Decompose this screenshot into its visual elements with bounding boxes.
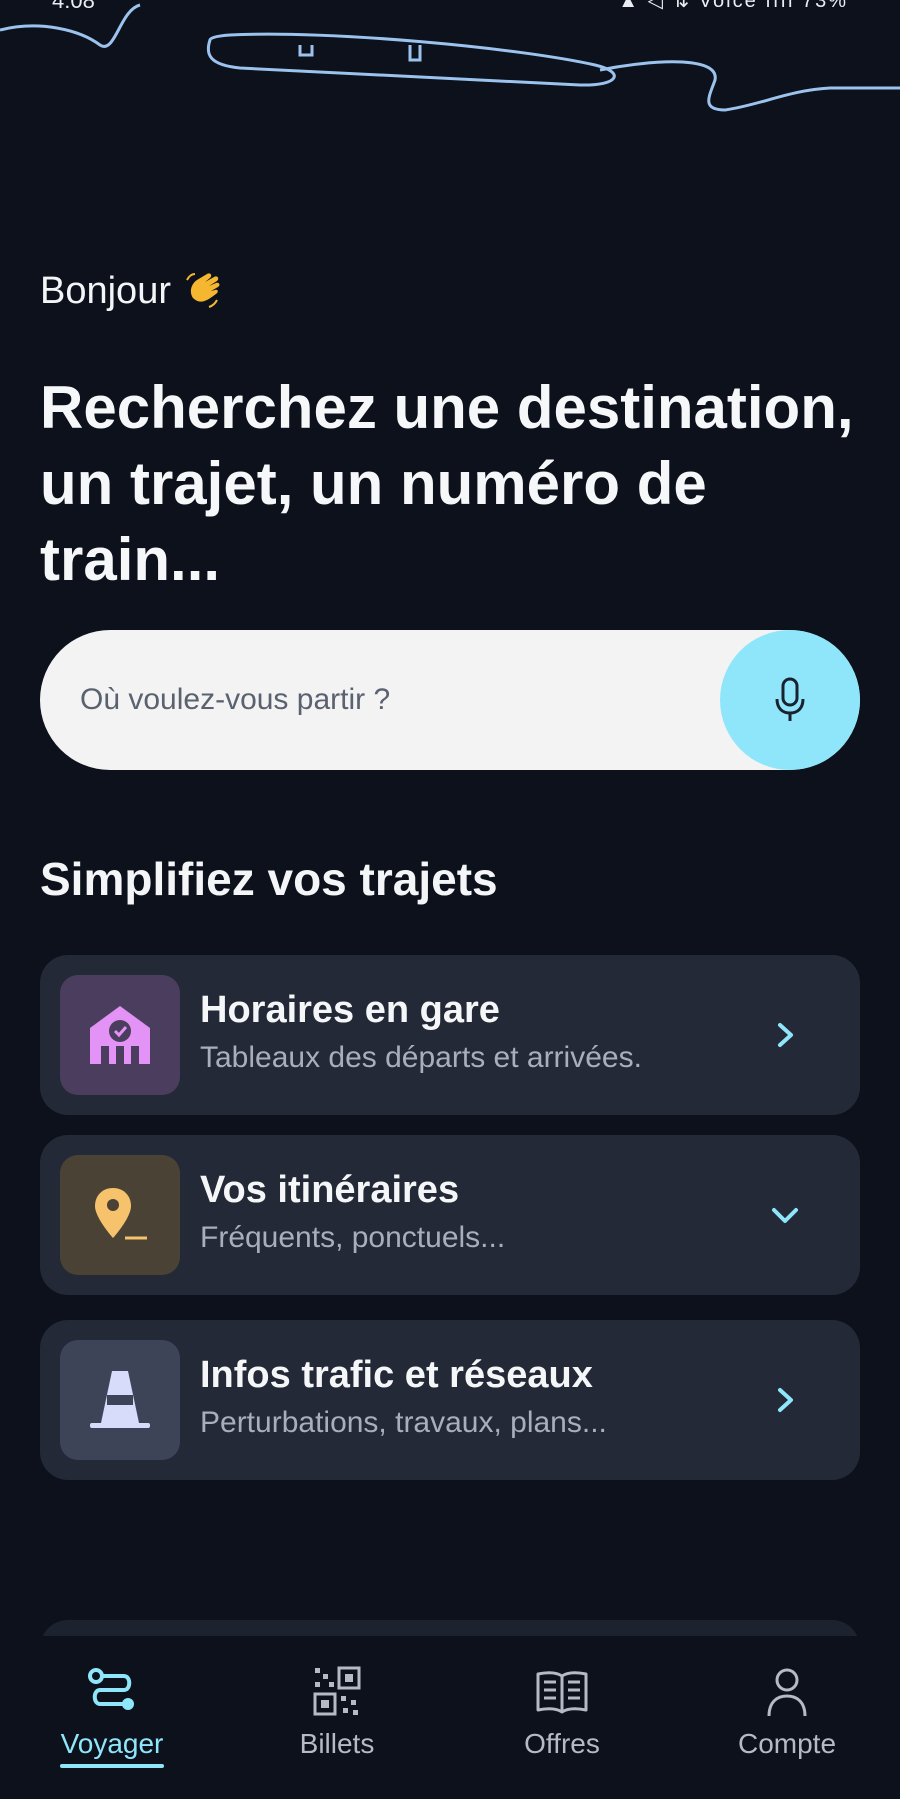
card-horaires-en-gare[interactable]: Horaires en gare Tableaux des départs et…: [40, 955, 860, 1115]
section-title: Simplifiez vos trajets: [40, 853, 498, 905]
nav-label: Offres: [524, 1728, 600, 1759]
card-title: Infos trafic et réseaux: [200, 1354, 593, 1396]
search-input[interactable]: [80, 630, 720, 770]
chevron-right-icon: [760, 1375, 810, 1425]
card-icon-tile: [60, 975, 180, 1095]
nav-billets[interactable]: Billets: [237, 1664, 437, 1774]
nav-label: Compte: [737, 1728, 837, 1759]
microphone-icon: [775, 677, 805, 721]
card-title: Horaires en gare: [200, 989, 500, 1031]
search-bar[interactable]: [40, 630, 860, 770]
location-pin-icon: [95, 1188, 147, 1240]
nav-compte[interactable]: Compte: [687, 1664, 887, 1774]
voice-search-button[interactable]: [720, 630, 860, 770]
chevron-right-icon: [760, 1010, 810, 1060]
decorative-track-lines: [0, 3, 900, 112]
card-title: Vos itinéraires: [200, 1169, 460, 1211]
nav-offres[interactable]: Offres: [462, 1664, 662, 1774]
station-check-icon: [90, 1006, 150, 1064]
home-screen: 4:08 ▲ ◁ ⇅ Voice ıııl 73% Bonjour Recher…: [0, 0, 900, 1799]
qr-code-icon: [309, 1664, 365, 1720]
open-book-icon: [534, 1664, 590, 1720]
greeting: Bonjour: [40, 268, 227, 314]
traffic-cone-icon: [90, 1371, 150, 1428]
user-icon: [759, 1664, 815, 1720]
nav-label: Billets: [299, 1728, 375, 1759]
waving-hand-icon: [181, 268, 227, 314]
card-icon-tile: [60, 1155, 180, 1275]
bottom-navigation: Voyager Billets Offres Compte: [0, 1636, 900, 1799]
nav-label: Voyager: [60, 1728, 164, 1759]
active-tab-indicator: [60, 1764, 164, 1768]
card-icon-tile: [60, 1340, 180, 1460]
nav-voyager[interactable]: Voyager: [12, 1664, 212, 1774]
card-vos-itineraires[interactable]: Vos itinéraires Fréquents, ponctuels...: [40, 1135, 860, 1295]
route-icon: [84, 1664, 140, 1720]
card-subtitle: Perturbations, travaux, plans...: [200, 1406, 607, 1439]
card-subtitle: Tableaux des départs et arrivées.: [200, 1041, 642, 1074]
page-headline: Recherchez une destination, un trajet, u…: [40, 374, 854, 593]
card-subtitle: Fréquents, ponctuels...: [200, 1221, 506, 1254]
card-infos-trafic[interactable]: Infos trafic et réseaux Perturbations, t…: [40, 1320, 860, 1480]
greeting-text: Bonjour: [40, 269, 171, 312]
chevron-down-icon[interactable]: [760, 1190, 810, 1240]
